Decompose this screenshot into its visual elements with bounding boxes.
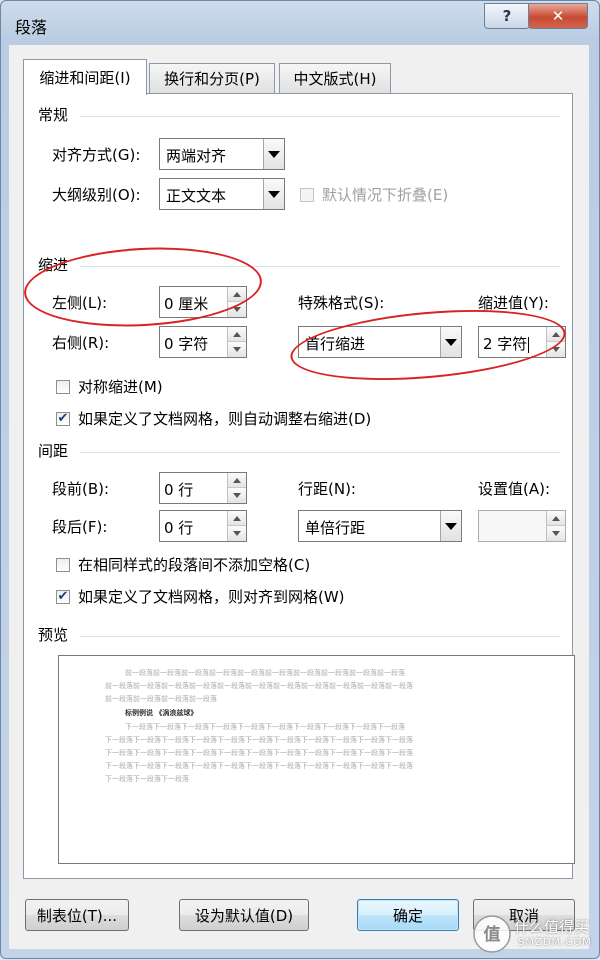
chevron-down-icon[interactable] — [440, 327, 461, 357]
chevron-down-icon[interactable] — [263, 139, 284, 169]
outline-level-select[interactable]: 正文文本 — [159, 178, 285, 210]
no-space-same-style-label: 在相同样式的段落间不添加空格(C) — [78, 556, 311, 574]
spin-down-icon[interactable] — [228, 526, 246, 541]
line-spacing-select[interactable]: 单倍行距 — [298, 510, 462, 542]
dialog-body: 缩进和间距(I) 换行和分页(P) 中文版式(H) 常规 对齐方式(G): 两端… — [9, 45, 589, 949]
auto-adjust-indent-label: 如果定义了文档网格，则自动调整右缩进(D) — [78, 410, 372, 428]
preview-prev-line: 前一段落前一段落前一段落前一段落 — [105, 695, 217, 703]
special-format-value: 首行缩进 — [305, 335, 366, 353]
spin-down-icon[interactable] — [547, 342, 565, 357]
tab-label: 换行和分页(P) — [164, 70, 260, 88]
paragraph-dialog: 段落 ? ✕ 缩进和间距(I) 换行和分页(P) 中文版式(H) 常规 对齐方式… — [0, 0, 600, 959]
dialog-title: 段落 — [15, 18, 48, 37]
space-after-value: 0 行 — [164, 519, 194, 537]
watermark-text: 什么值得买 — [514, 918, 590, 936]
tabs-button[interactable]: 制表位(T)... — [25, 899, 129, 931]
set-default-button[interactable]: 设为默认值(D) — [179, 899, 309, 931]
divider — [80, 452, 560, 453]
help-icon: ? — [502, 7, 512, 25]
divider — [80, 266, 560, 267]
tab-label: 中文版式(H) — [293, 70, 377, 88]
indent-by-label: 缩进值(Y): — [478, 294, 549, 312]
title-bar[interactable]: 段落 ? ✕ — [1, 1, 599, 45]
spin-down-icon[interactable] — [228, 342, 246, 357]
spin-down-icon[interactable] — [228, 302, 246, 317]
spin-up-icon[interactable] — [547, 327, 565, 342]
chevron-down-icon[interactable] — [440, 511, 461, 541]
watermark-subtext: SMZDM.COM — [518, 937, 592, 948]
preview-next-line: 下一段落下一段落下一段落下一段落下一段落下一段落下一段落下一段落下一段落下一段落… — [105, 736, 413, 744]
alignment-label: 对齐方式(G): — [52, 146, 141, 164]
button-label: 确定 — [392, 906, 423, 925]
close-button[interactable]: ✕ — [528, 3, 588, 29]
left-indent-stepper[interactable]: 0 厘米 — [159, 286, 247, 318]
watermark: 值 什么值得买 SMZDM.COM — [470, 912, 598, 956]
ok-button[interactable]: 确定 — [357, 899, 459, 931]
indent-by-value: 2 字符 — [483, 335, 530, 353]
tab-indent-spacing[interactable]: 缩进和间距(I) — [23, 59, 147, 95]
snap-to-grid-label: 如果定义了文档网格，则对齐到网格(W) — [78, 588, 345, 606]
paragraph-preview: 前一段落前一段落前一段落前一段落前一段落前一段落前一段落前一段落前一段落前一段落… — [58, 655, 575, 864]
special-format-label: 特殊格式(S): — [298, 294, 385, 312]
special-format-select[interactable]: 首行缩进 — [298, 326, 462, 358]
close-icon: ✕ — [551, 7, 565, 25]
collapse-checkbox[interactable] — [300, 188, 314, 202]
tab-asian-typography[interactable]: 中文版式(H) — [279, 63, 391, 93]
spin-down-icon[interactable] — [547, 526, 565, 541]
spacing-at-label: 设置值(A): — [478, 480, 551, 498]
divider — [80, 636, 560, 637]
space-after-stepper[interactable]: 0 行 — [159, 510, 247, 542]
spin-up-icon[interactable] — [228, 287, 246, 302]
outline-level-value: 正文文本 — [166, 187, 227, 205]
spin-up-icon[interactable] — [228, 511, 246, 526]
divider — [80, 116, 560, 117]
section-indent-heading: 缩进 — [38, 256, 69, 274]
button-label: 设为默认值(D) — [194, 906, 294, 925]
outline-level-label: 大纲级别(O): — [52, 186, 141, 204]
left-indent-label: 左侧(L): — [52, 294, 108, 312]
preview-next-line: 下一段落下一段落下一段落下一段落下一段落下一段落下一段落下一段落下一段落下一段落… — [105, 749, 413, 757]
spin-up-icon[interactable] — [228, 327, 246, 342]
auto-adjust-indent-checkbox[interactable]: ✔ — [56, 412, 70, 426]
left-indent-value: 0 厘米 — [164, 295, 209, 313]
section-spacing-heading: 间距 — [38, 442, 69, 460]
space-before-label: 段前(B): — [52, 480, 110, 498]
chevron-down-icon[interactable] — [263, 179, 284, 209]
preview-prev-line: 前一段落前一段落前一段落前一段落前一段落前一段落前一段落前一段落前一段落前一段落… — [105, 682, 413, 690]
preview-current-line: 标例例说 《涡浪兹球》 — [125, 709, 198, 717]
help-button[interactable]: ? — [484, 3, 530, 29]
spin-up-icon[interactable] — [228, 473, 246, 488]
snap-to-grid-checkbox[interactable]: ✔ — [56, 590, 70, 604]
section-preview-heading: 预览 — [38, 626, 69, 644]
spin-up-icon[interactable] — [547, 511, 565, 526]
preview-next-line: 下一段落下一段落下一段落下一段落下一段落下一段落下一段落下一段落下一段落下一段落… — [105, 762, 413, 770]
tab-label: 缩进和间距(I) — [39, 69, 131, 87]
right-indent-stepper[interactable]: 0 字符 — [159, 326, 247, 358]
preview-next-line: 下一段落下一段落下一段落 — [105, 775, 189, 783]
spacing-at-stepper[interactable] — [478, 510, 566, 542]
mirror-indent-checkbox[interactable] — [56, 380, 70, 394]
tab-panel: 常规 对齐方式(G): 两端对齐 大纲级别(O): 正文文本 默认情况下折叠(E… — [23, 93, 575, 879]
right-indent-label: 右侧(R): — [52, 334, 110, 352]
spin-down-icon[interactable] — [228, 488, 246, 503]
line-spacing-label: 行距(N): — [298, 480, 356, 498]
mirror-indent-label: 对称缩进(M) — [78, 378, 163, 396]
alignment-value: 两端对齐 — [166, 147, 227, 165]
button-label: 制表位(T)... — [36, 906, 118, 925]
space-after-label: 段后(F): — [52, 518, 108, 536]
space-before-stepper[interactable]: 0 行 — [159, 472, 247, 504]
preview-prev-line: 前一段落前一段落前一段落前一段落前一段落前一段落前一段落前一段落前一段落前一段落 — [125, 669, 405, 677]
space-before-value: 0 行 — [164, 481, 194, 499]
section-general-heading: 常规 — [38, 106, 69, 124]
svg-text:值: 值 — [484, 924, 501, 945]
preview-next-line: 下一段落下一段落下一段落下一段落下一段落下一段落下一段落下一段落下一段落下一段落 — [125, 723, 405, 731]
indent-by-stepper[interactable]: 2 字符 — [478, 326, 566, 358]
alignment-select[interactable]: 两端对齐 — [159, 138, 285, 170]
right-indent-value: 0 字符 — [164, 335, 209, 353]
line-spacing-value: 单倍行距 — [305, 519, 366, 537]
collapse-label: 默认情况下折叠(E) — [322, 186, 449, 204]
tab-line-page-breaks[interactable]: 换行和分页(P) — [149, 63, 275, 93]
no-space-same-style-checkbox[interactable] — [56, 558, 70, 572]
